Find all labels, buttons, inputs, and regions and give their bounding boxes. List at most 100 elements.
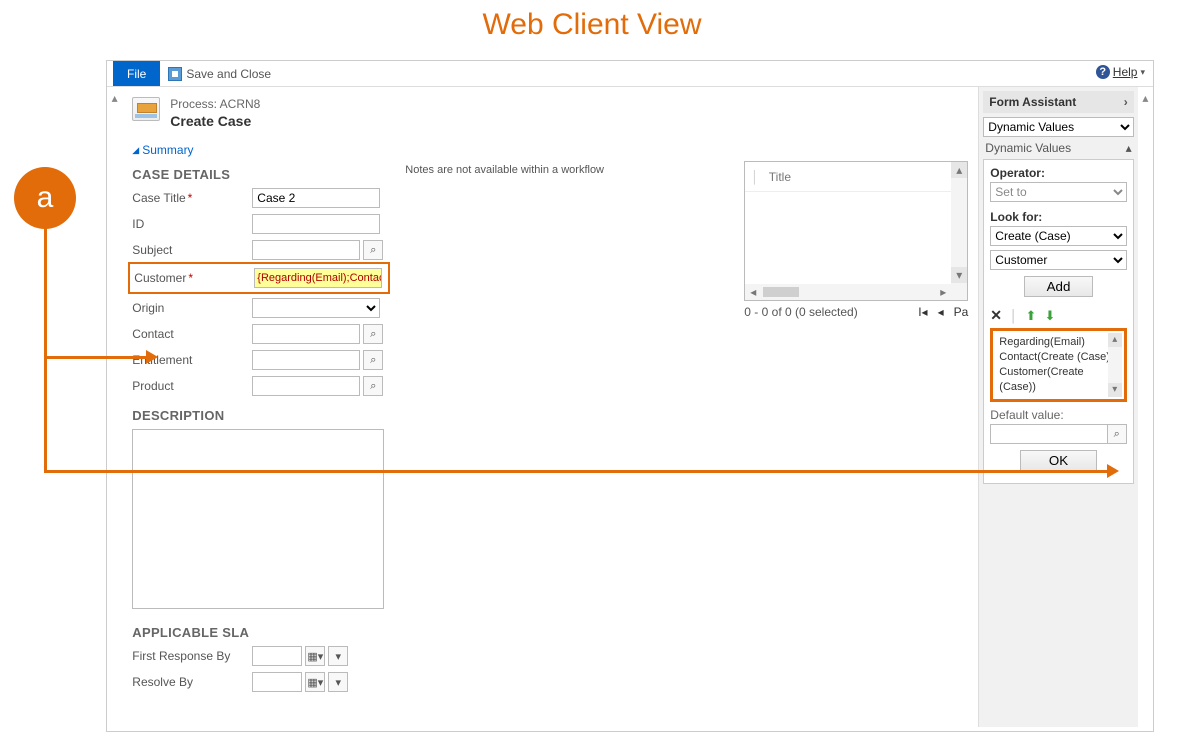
contact-lookup-button[interactable]: ⌕ [363,324,383,344]
look-for-entity-select[interactable]: Create (Case) [990,226,1126,246]
top-toolbar: File Save and Close ? Help ▾ [107,61,1153,87]
related-list: │ Title ▼ ▴ ▾ ◂ ▸ [744,161,968,301]
scroll-up-icon[interactable]: ▴ [1108,333,1122,347]
default-value-lookup-button[interactable]: ⌕ [1107,424,1127,444]
id-label: ID [132,217,248,231]
first-response-time-select[interactable]: ▾ [328,646,348,666]
form-assistant-title: Form Assistant [989,95,1076,109]
look-for-heading: Look for: [990,210,1126,224]
fa-dynamic-values-sub[interactable]: Dynamic Values ▴ [983,137,1133,159]
prev-page-icon[interactable]: ◂ [938,305,944,319]
contact-input[interactable] [252,324,360,344]
connector-line [44,356,47,473]
customer-label: Customer* [134,271,250,285]
scroll-up-icon[interactable]: ▴ [1142,91,1148,105]
chevron-right-icon: › [1124,95,1128,109]
help-link[interactable]: ? Help ▾ [1096,65,1145,79]
first-response-date-picker[interactable]: ▦▾ [305,646,325,666]
subject-label: Subject [132,243,248,257]
save-label: Save and Close [186,67,271,81]
default-value-input[interactable] [990,424,1107,444]
operator-select[interactable]: Set to [990,182,1126,202]
first-page-icon[interactable]: I◂ [918,305,927,319]
connector-line [44,470,1109,473]
remove-icon[interactable]: ✕ [990,307,1002,324]
section-case-details: CASE DETAILS [132,167,386,182]
ok-button[interactable]: OK [1020,450,1097,471]
collapse-icon: ▴ [1126,141,1132,155]
contact-label: Contact [132,327,248,341]
move-down-icon[interactable]: ⬇ [1044,308,1055,324]
list-scroll-up-icon[interactable]: ▴ [951,162,967,178]
collapse-icon: ◢ [132,145,139,156]
column-divider: │ [751,170,759,184]
look-for-attr-select[interactable]: Customer [990,250,1126,270]
scroll-up-icon[interactable]: ▴ [112,91,118,105]
right-scroll-gutter: ▴ [1138,87,1153,727]
notes-unavailable-text: Notes are not available within a workflo… [402,161,728,179]
dv-item[interactable]: Regarding(Email) [999,335,1117,350]
resolve-by-label: Resolve By [132,675,248,689]
product-input[interactable] [252,376,360,396]
dv-item[interactable]: Contact(Create (Case)) [999,350,1117,365]
scroll-right-icon[interactable]: ▸ [935,285,951,299]
list-column-title[interactable]: Title [769,170,939,184]
save-and-close-button[interactable]: Save and Close [168,61,271,86]
move-up-icon[interactable]: ⬆ [1026,308,1037,324]
origin-select[interactable] [252,298,380,318]
description-textarea[interactable] [132,429,384,609]
product-label: Product [132,379,248,393]
annotation-badge-a: a [14,167,76,229]
chevron-down-icon: ▾ [1140,67,1145,78]
summary-toggle[interactable]: ◢ Summary [132,143,968,157]
customer-row-highlighted: Customer* {Regarding(Email);Contact(Cre [128,262,390,294]
case-title-input[interactable] [252,188,380,208]
section-description: DESCRIPTION [132,408,386,423]
section-applicable-sla: APPLICABLE SLA [132,625,386,640]
app-window: File Save and Close ? Help ▾ ▴ Process: … [106,60,1154,732]
id-input[interactable] [252,214,380,234]
connector-line [44,228,47,356]
process-prefix: Process: [170,97,217,111]
connector-arrowhead [1107,464,1119,478]
first-response-label: First Response By [132,649,248,663]
fa-dynamic-values-label: Dynamic Values [985,141,1071,155]
resolve-by-date-picker[interactable]: ▦▾ [305,672,325,692]
customer-input[interactable]: {Regarding(Email);Contact(Cre [254,268,382,288]
help-label: Help [1113,65,1138,79]
form-assistant-header[interactable]: Form Assistant › [983,91,1133,113]
dv-item[interactable]: Customer(Create (Case)) [999,365,1117,395]
origin-label: Origin [132,301,248,315]
operator-heading: Operator: [990,166,1126,180]
entitlement-lookup-button[interactable]: ⌕ [363,350,383,370]
form-assistant-panel: Form Assistant › Dynamic Values Dynamic … [978,87,1137,727]
list-scroll-down-icon[interactable]: ▾ [951,267,967,283]
page-heading: Web Client View [0,0,1184,60]
scroll-thumb[interactable] [763,287,799,297]
case-title-label: Case Title* [132,191,248,205]
resolve-by-time-select[interactable]: ▾ [328,672,348,692]
default-value-label: Default value: [990,408,1126,422]
file-menu-button[interactable]: File [113,61,160,86]
first-response-date[interactable] [252,646,302,666]
connector-arrowhead [146,350,158,364]
add-button[interactable]: Add [1024,276,1094,297]
resolve-by-date[interactable] [252,672,302,692]
page-title: Create Case [170,113,260,129]
subject-lookup-button[interactable]: ⌕ [363,240,383,260]
scroll-down-icon[interactable]: ▾ [1108,383,1122,397]
help-icon: ? [1096,65,1110,79]
scroll-left-icon[interactable]: ◂ [745,285,761,299]
process-header: Process: ACRN8 Create Case [132,97,968,129]
process-icon [132,97,160,121]
list-footer-count: 0 - 0 of 0 (0 selected) [744,305,857,319]
entitlement-input[interactable] [252,350,360,370]
summary-label: Summary [142,143,193,157]
fa-mode-select[interactable]: Dynamic Values [983,117,1133,137]
product-lookup-button[interactable]: ⌕ [363,376,383,396]
save-icon [168,67,182,81]
subject-input[interactable] [252,240,360,260]
dv-scrollbar[interactable]: ▴ ▾ [1108,333,1122,397]
page-label: Pa [954,305,969,319]
list-h-scroll[interactable]: ◂ ▸ [745,284,951,300]
